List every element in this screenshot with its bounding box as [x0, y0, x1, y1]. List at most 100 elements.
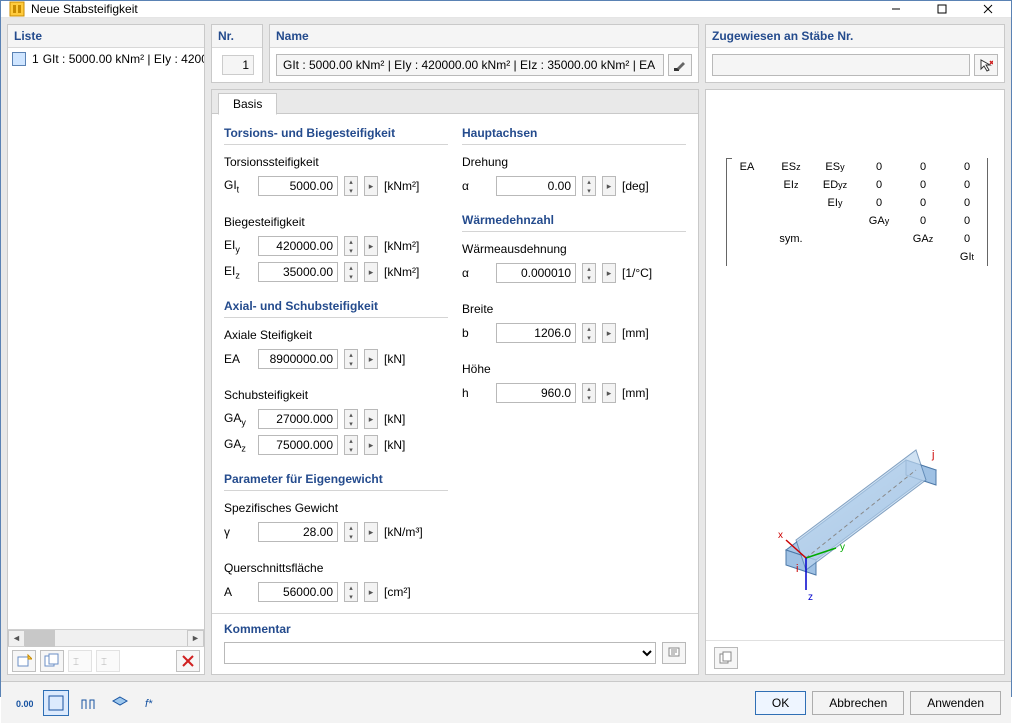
number-input[interactable] [222, 55, 254, 75]
list-hscrollbar[interactable]: ◄ ► [8, 629, 204, 646]
gamma-spinner[interactable]: ▴▾ [344, 522, 358, 542]
alpha-rot-symbol: α [462, 179, 490, 193]
matrix-cell [771, 194, 811, 212]
ea-menu-button[interactable]: ▸ [364, 349, 378, 369]
comment-title: Kommentar [224, 622, 686, 636]
bending-label: Biegesteifigkeit [224, 215, 448, 229]
comment-group: Kommentar [212, 613, 698, 674]
git-menu-button[interactable]: ▸ [364, 176, 378, 196]
b-input[interactable] [496, 323, 576, 343]
copy-item-button[interactable] [40, 650, 64, 672]
tool-snap-button[interactable] [75, 690, 101, 716]
tool-units-button[interactable]: 0.00 [11, 690, 37, 716]
ea-spinner[interactable]: ▴▾ [344, 349, 358, 369]
matrix-cell: 0 [903, 194, 943, 212]
alpha-rot-menu-button[interactable]: ▸ [602, 176, 616, 196]
alpha-th-input[interactable] [496, 263, 576, 283]
gaz-spinner[interactable]: ▴▾ [344, 435, 358, 455]
eiz-menu-button[interactable]: ▸ [364, 262, 378, 282]
eiy-menu-button[interactable]: ▸ [364, 236, 378, 256]
tool-layer-button[interactable] [107, 690, 133, 716]
name-input[interactable] [276, 54, 664, 76]
gamma-input[interactable] [258, 522, 338, 542]
gay-unit: [kN] [384, 412, 405, 426]
maximize-button[interactable] [919, 1, 965, 17]
gaz-symbol: GAz [224, 437, 252, 453]
list-item[interactable]: 1 GIt : 5000.00 kNm² | EIy : 420000 [10, 50, 202, 68]
comment-combo[interactable] [224, 642, 656, 664]
gaz-input[interactable] [258, 435, 338, 455]
scroll-thumb[interactable] [25, 630, 55, 647]
eiy-symbol: EIy [224, 238, 252, 254]
gay-input[interactable] [258, 409, 338, 429]
h-spinner[interactable]: ▴▾ [582, 383, 596, 403]
name-edit-button[interactable] [668, 54, 692, 76]
b-spinner[interactable]: ▴▾ [582, 323, 596, 343]
preview-copy-button[interactable] [714, 647, 738, 669]
matrix-cell [815, 230, 855, 248]
axial-label: Axiale Steifigkeit [224, 328, 448, 342]
group-torsion-title: Torsions- und Biegesteifigkeit [224, 124, 448, 145]
eiz-input[interactable] [258, 262, 338, 282]
matrix-cell: 0 [903, 176, 943, 194]
git-unit: [kNm²] [384, 179, 419, 193]
group-axial-title: Axial- und Schubsteifigkeit [224, 297, 448, 318]
assign-pick-button[interactable] [974, 54, 998, 76]
gay-spinner[interactable]: ▴▾ [344, 409, 358, 429]
gay-menu-button[interactable]: ▸ [364, 409, 378, 429]
svg-text:x: x [778, 530, 783, 541]
ea-input[interactable] [258, 349, 338, 369]
svg-text:z: z [808, 592, 813, 603]
area-spinner[interactable]: ▴▾ [344, 582, 358, 602]
git-spinner[interactable]: ▴▾ [344, 176, 358, 196]
gaz-menu-button[interactable]: ▸ [364, 435, 378, 455]
tool-grid-button[interactable] [43, 690, 69, 716]
matrix-cell [815, 248, 855, 266]
scroll-right-button[interactable]: ► [187, 630, 204, 647]
alpha-th-spinner[interactable]: ▴▾ [582, 263, 596, 283]
apply-button[interactable]: Anwenden [910, 691, 1001, 715]
h-menu-button[interactable]: ▸ [602, 383, 616, 403]
eiy-spinner[interactable]: ▴▾ [344, 236, 358, 256]
b-menu-button[interactable]: ▸ [602, 323, 616, 343]
tool-fx-button[interactable]: f* [139, 690, 165, 716]
alpha-th-menu-button[interactable]: ▸ [602, 263, 616, 283]
group-axes-title: Hauptachsen [462, 124, 686, 145]
matrix-cell [727, 230, 767, 248]
matrix-cell: 0 [903, 158, 943, 176]
close-button[interactable] [965, 1, 1011, 17]
alpha-rot-input[interactable] [496, 176, 576, 196]
cancel-button[interactable]: Abbrechen [812, 691, 904, 715]
eiz-spinner[interactable]: ▴▾ [344, 262, 358, 282]
preview-panel: EAESzESy000EIzEDyz000EIy000GAy00sym.GAz0… [705, 89, 1005, 675]
tab-basis[interactable]: Basis [218, 93, 277, 115]
matrix-cell: EIz [771, 176, 811, 194]
area-menu-button[interactable]: ▸ [364, 582, 378, 602]
scroll-left-button[interactable]: ◄ [8, 630, 25, 647]
delete-item-button[interactable] [176, 650, 200, 672]
new-item-button[interactable] [12, 650, 36, 672]
gamma-menu-button[interactable]: ▸ [364, 522, 378, 542]
eiy-input[interactable] [258, 236, 338, 256]
matrix-cell: 0 [947, 212, 987, 230]
number-header: Nr. [212, 25, 262, 48]
matrix-cell: 0 [947, 158, 987, 176]
list-body[interactable]: 1 GIt : 5000.00 kNm² | EIy : 420000 [8, 48, 204, 629]
area-input[interactable] [258, 582, 338, 602]
git-symbol: GIt [224, 178, 252, 194]
list-toolbar: ⌶ ⌶ [8, 646, 204, 674]
ok-button[interactable]: OK [755, 691, 806, 715]
git-input[interactable] [258, 176, 338, 196]
alpha-rot-spinner[interactable]: ▴▾ [582, 176, 596, 196]
area-label: Querschnittsfläche [224, 561, 448, 575]
assign-input[interactable] [712, 54, 970, 76]
comment-assign-button[interactable] [662, 642, 686, 664]
svg-text:0.00: 0.00 [16, 699, 33, 709]
section-info-button: ⌶ [68, 650, 92, 672]
svg-text:⌶: ⌶ [73, 657, 79, 668]
h-input[interactable] [496, 383, 576, 403]
scroll-track[interactable] [25, 630, 187, 647]
minimize-button[interactable] [873, 1, 919, 17]
matrix-cell [727, 248, 767, 266]
svg-text:y: y [840, 542, 845, 553]
